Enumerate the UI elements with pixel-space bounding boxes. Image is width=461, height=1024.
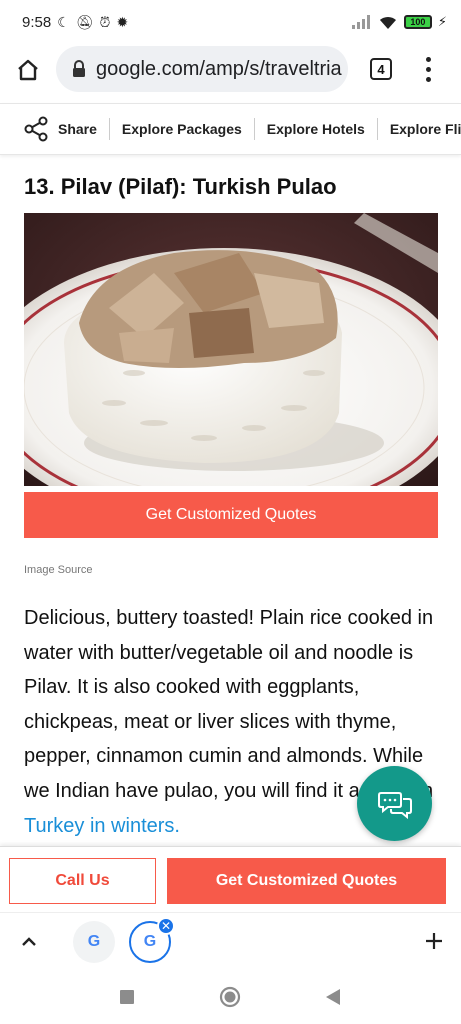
tab-switcher-button[interactable]: 4 [370, 58, 392, 80]
dot-icon [425, 76, 431, 82]
moon-icon: ☾ [57, 14, 70, 30]
image-source-link[interactable]: Image Source [24, 564, 92, 576]
get-quotes-button[interactable]: Get Customized Quotes [24, 492, 438, 538]
home-nav-button[interactable] [219, 986, 241, 1008]
url-text: google.com/amp/s/traveltria [96, 57, 342, 80]
new-tab-button[interactable] [420, 927, 448, 955]
turkey-in-winters-link[interactable]: Turkey in winters. [24, 815, 180, 837]
notification-dot-icon: ✹ [116, 14, 129, 30]
chat-button[interactable] [357, 766, 432, 841]
close-tab-icon[interactable]: ✕ [157, 917, 175, 935]
dot-icon [425, 56, 431, 62]
chevron-up-icon [22, 937, 36, 946]
wifi-icon [379, 16, 396, 29]
pilav-photo [24, 213, 438, 486]
battery-icon: 100 [403, 15, 432, 29]
bottom-cta-bar: Call Us Get Customized Quotes [0, 846, 461, 912]
share-button[interactable]: Share [0, 116, 109, 142]
signal-icon [351, 15, 370, 29]
alarm-icon: ⏰︎ [99, 14, 111, 30]
nav-link-explore-packages[interactable]: Explore Packages [108, 118, 254, 140]
browser-toolbar: google.com/amp/s/traveltria 4 [0, 44, 461, 96]
tab-item-active[interactable]: G ✕ [129, 917, 175, 963]
charging-icon: ⚡︎ [437, 14, 447, 29]
address-bar[interactable]: google.com/amp/s/traveltria [56, 46, 348, 92]
tab-item[interactable]: G [73, 921, 115, 963]
bell-off-icon: 🔕︎ [75, 14, 94, 30]
nav-link-explore-hotels[interactable]: Explore Hotels [253, 118, 377, 140]
recents-button[interactable] [116, 986, 138, 1008]
dot-icon [425, 66, 431, 72]
status-left: 9:58 ☾ 🔕︎ ⏰︎ ✹ [22, 14, 128, 31]
lock-icon [73, 60, 85, 77]
share-icon [24, 116, 48, 142]
home-icon [18, 59, 38, 81]
circle-icon [219, 986, 241, 1008]
home-button[interactable] [0, 44, 56, 96]
call-us-button[interactable]: Call Us [9, 858, 156, 904]
back-button[interactable] [322, 986, 344, 1008]
article-heading: 13. Pilav (Pilaf): Turkish Pulao [24, 174, 337, 199]
status-bar: 9:58 ☾ 🔕︎ ⏰︎ ✹ 100 ⚡︎ [0, 0, 461, 44]
tab-strip: G G ✕ [0, 912, 461, 970]
bottom-get-quotes-button[interactable]: Get Customized Quotes [167, 858, 446, 904]
status-right: 100 ⚡︎ [351, 14, 447, 30]
status-time: 9:58 [22, 13, 52, 31]
chat-icon [377, 791, 412, 819]
tab-strip-collapse-button[interactable] [16, 929, 42, 955]
share-label: Share [58, 121, 97, 137]
nav-link-explore-flights[interactable]: Explore Flight [376, 118, 461, 140]
system-nav-bar [0, 970, 461, 1024]
square-icon [120, 990, 134, 1004]
google-icon: G [143, 933, 157, 950]
site-nav: Share Explore Packages Explore Hotels Ex… [0, 103, 461, 155]
plus-icon [426, 933, 442, 949]
back-triangle-icon [326, 989, 340, 1005]
google-icon: G [87, 933, 101, 950]
overflow-menu-button[interactable] [414, 52, 442, 86]
